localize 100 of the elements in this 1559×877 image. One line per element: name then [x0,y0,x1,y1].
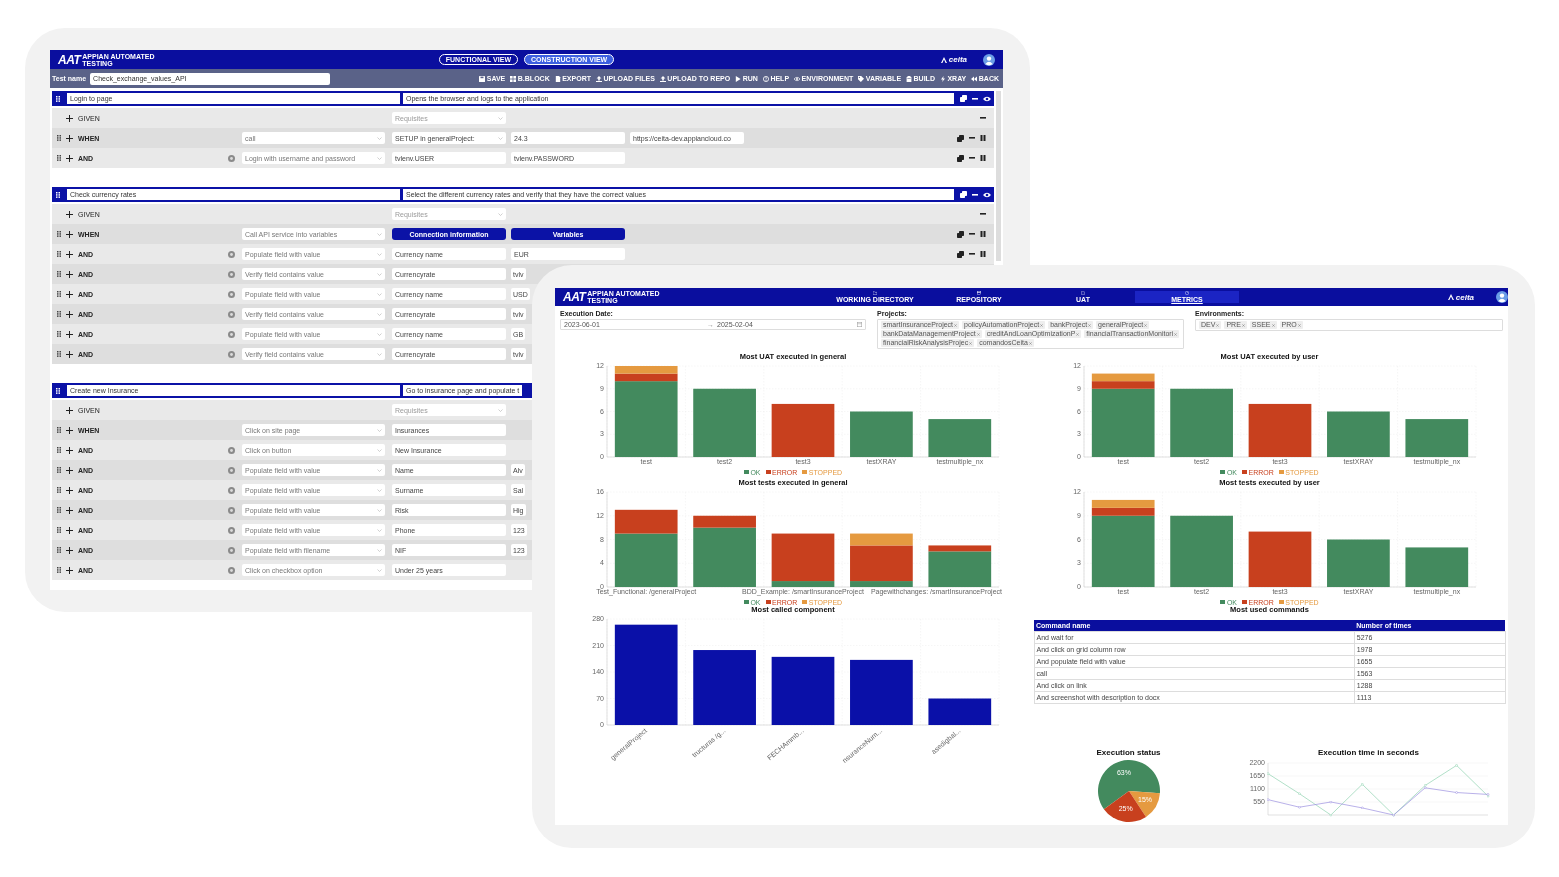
status-icon [228,350,235,358]
upload-icon [659,75,666,82]
drag-handle-icon[interactable] [57,231,61,237]
plus-icon[interactable] [66,154,73,162]
pause-icon[interactable] [980,251,986,257]
plus-icon[interactable] [66,210,73,218]
plus-icon[interactable] [66,270,73,278]
plus-icon[interactable] [66,426,73,434]
avatar-icon[interactable] [983,53,995,66]
drag-handle-icon[interactable] [57,311,61,317]
plus-icon[interactable] [66,114,73,122]
chevron-icon [377,488,382,492]
drag-handle-icon[interactable] [57,155,61,161]
status-icon [228,566,235,574]
drag-handle-icon[interactable] [57,291,61,297]
save-icon [479,75,486,82]
eye-icon[interactable] [983,95,991,102]
drag-handle-icon[interactable] [56,95,60,102]
drag-handle-icon[interactable] [57,331,61,337]
tag-icon [858,75,865,82]
status-icon [228,330,235,338]
minus-icon[interactable] [972,193,978,196]
calendar-icon [857,322,862,327]
plus-icon[interactable] [66,230,73,238]
drag-handle-icon[interactable] [57,507,61,513]
chevron-icon [377,548,382,552]
chevron-icon [377,252,382,256]
play-icon [735,75,742,82]
folder-icon [873,291,877,295]
status-icon [228,154,235,162]
chevron-icon [377,508,382,512]
bar [771,403,835,457]
plus-icon[interactable] [66,310,73,318]
plus-icon[interactable] [66,546,73,554]
copy-icon[interactable] [957,230,964,238]
plus-icon[interactable] [66,506,73,514]
chevron-icon [377,528,382,532]
pause-icon[interactable] [980,135,986,141]
bar [1091,499,1155,508]
copy-icon[interactable] [960,191,967,198]
copy-icon[interactable] [957,154,964,162]
drag-handle-icon[interactable] [57,251,61,257]
brand-name: ceita [1455,292,1474,302]
chevron-icon [377,156,382,160]
drag-handle-icon[interactable] [56,191,60,198]
pause-icon[interactable] [980,155,986,161]
drag-handle-icon[interactable] [57,271,61,277]
chevron-icon [377,312,382,316]
drag-handle-icon[interactable] [57,487,61,493]
copy-icon[interactable] [957,250,964,258]
drag-handle-icon[interactable] [57,427,61,433]
plus-icon[interactable] [66,290,73,298]
eye-icon [794,75,801,82]
status-icon [228,506,235,514]
plus-icon[interactable] [66,446,73,454]
plus-icon[interactable] [66,406,73,414]
plus-icon[interactable] [66,486,73,494]
eye-icon[interactable] [983,191,991,198]
plus-icon[interactable] [66,526,73,534]
drag-handle-icon[interactable] [57,447,61,453]
chevron-icon [377,448,382,452]
drag-handle-icon[interactable] [57,135,61,141]
drag-handle-icon[interactable] [57,567,61,573]
status-icon [228,466,235,474]
copy-icon[interactable] [957,134,964,142]
scrollbar[interactable] [996,91,1001,261]
drag-handle-icon[interactable] [57,467,61,473]
plus-icon[interactable] [66,566,73,574]
bar [1169,388,1233,457]
drag-handle-icon[interactable] [57,547,61,553]
rewind-icon [971,75,978,82]
pause-icon[interactable] [980,231,986,237]
chart-title: Execution status [1096,748,1161,759]
chevron-icon [377,352,382,356]
plus-icon[interactable] [66,330,73,338]
plus-icon[interactable] [66,466,73,474]
status-icon [228,446,235,454]
logo-icon [1447,294,1454,300]
chevron-icon [377,232,382,236]
avatar-icon[interactable] [1496,291,1508,303]
logo-text: AAT [58,52,81,67]
bar [928,419,992,457]
status-icon [228,290,235,298]
drag-handle-icon[interactable] [56,387,60,394]
plus-icon[interactable] [66,250,73,258]
plus-icon[interactable] [66,350,73,358]
minus-icon[interactable] [972,97,978,100]
plus-icon[interactable] [66,134,73,142]
document-icon [554,75,561,82]
drag-handle-icon[interactable] [57,527,61,533]
drag-handle-icon[interactable] [57,351,61,357]
bar [1326,411,1390,457]
archive-icon [977,291,981,295]
gauge-icon [1185,291,1189,295]
status-icon [228,250,235,258]
building-icon [906,75,913,82]
status-icon [228,486,235,494]
chevron-icon [498,212,503,216]
copy-icon[interactable] [960,95,967,102]
bar [1248,531,1311,587]
